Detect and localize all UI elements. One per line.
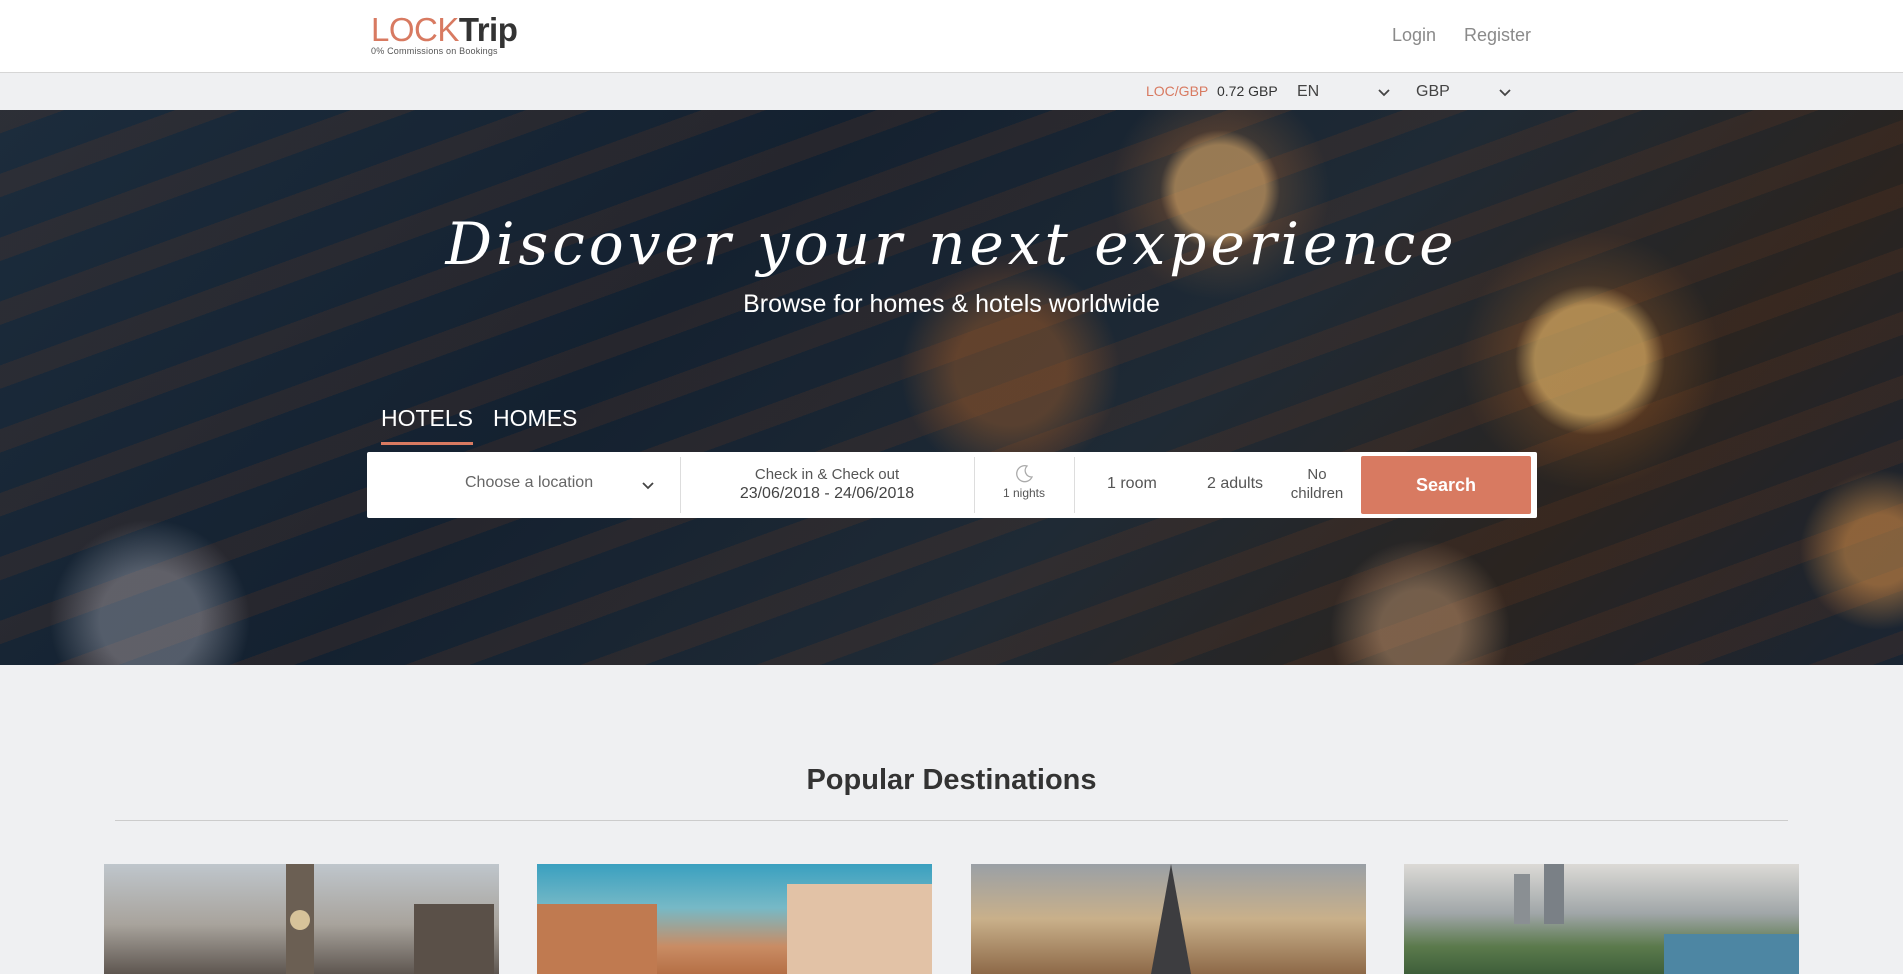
language-select[interactable]: EN [1297, 81, 1391, 103]
tab-homes[interactable]: HOMES [493, 405, 577, 445]
nights-indicator: 1 nights [974, 452, 1074, 518]
skyscraper-shape [1544, 864, 1564, 924]
children-line-2: children [1290, 485, 1344, 502]
locktrip-logo[interactable]: LOCKTrip 0% Commissions on Bookings [371, 11, 518, 57]
search-bar: Choose a location Check in & Check out 2… [367, 452, 1537, 518]
login-link[interactable]: Login [1392, 25, 1436, 46]
hero-banner: Discover your next experience Browse for… [0, 110, 1903, 665]
nights-count: 1 nights [1002, 486, 1046, 500]
search-button[interactable]: Search [1361, 456, 1531, 514]
skyscraper-shape [1514, 874, 1530, 924]
building-shape [787, 884, 932, 974]
children-line-1: No [1307, 466, 1327, 483]
location-placeholder: Choose a location [465, 474, 594, 491]
logo-tagline: 0% Commissions on Bookings [371, 46, 498, 56]
currency-select[interactable]: GBP [1416, 81, 1512, 103]
currency-bar: LOC/GBP 0.72 GBP EN GBP [0, 73, 1903, 110]
search-type-tabs: HOTELS HOMES [381, 405, 577, 445]
building-shape [537, 904, 657, 974]
destination-card-london[interactable] [104, 864, 499, 974]
logo-lock-text: LOCK [371, 11, 459, 48]
hero-subtitle: Browse for homes & hotels worldwide [743, 290, 1160, 318]
destination-card-sydney[interactable] [1404, 864, 1799, 974]
chevron-down-icon [1378, 89, 1390, 97]
language-value: EN [1297, 83, 1320, 100]
adults-selector[interactable]: 2 adults [1207, 475, 1263, 493]
dates-label: Check in & Check out [754, 466, 900, 483]
rate-value: 0.72 GBP [1217, 83, 1278, 99]
location-dropdown[interactable]: Choose a location [367, 452, 680, 518]
rooms-selector[interactable]: 1 room [1107, 475, 1157, 493]
destination-card-barcelona[interactable] [537, 864, 932, 974]
moon-icon [1016, 465, 1034, 483]
section-divider [115, 820, 1788, 821]
date-range-picker[interactable]: Check in & Check out 23/06/2018 - 24/06/… [680, 452, 974, 518]
children-selector[interactable]: No children [1277, 465, 1357, 503]
chevron-down-icon [642, 482, 654, 490]
logo-wordmark: LOCKTrip [371, 11, 518, 48]
clock-face-shape [290, 910, 310, 930]
chevron-down-icon [1499, 89, 1511, 97]
register-link[interactable]: Register [1464, 25, 1531, 46]
top-header: LOCKTrip 0% Commissions on Bookings Logi… [0, 0, 1903, 73]
divider [1074, 457, 1075, 513]
currency-value: GBP [1416, 83, 1450, 100]
building-shape [414, 904, 494, 974]
popular-destinations-title: Popular Destinations [806, 764, 1097, 796]
harbour-water-shape [1664, 934, 1799, 974]
tab-hotels[interactable]: HOTELS [381, 405, 474, 445]
eiffel-tower-shape [1151, 864, 1191, 974]
hero-title: Discover your next experience [445, 210, 1458, 278]
logo-trip-text: Trip [458, 11, 518, 48]
destination-card-paris[interactable] [971, 864, 1366, 974]
rate-label: LOC/GBP [1146, 83, 1209, 99]
dates-value: 23/06/2018 - 24/06/2018 [739, 485, 915, 502]
